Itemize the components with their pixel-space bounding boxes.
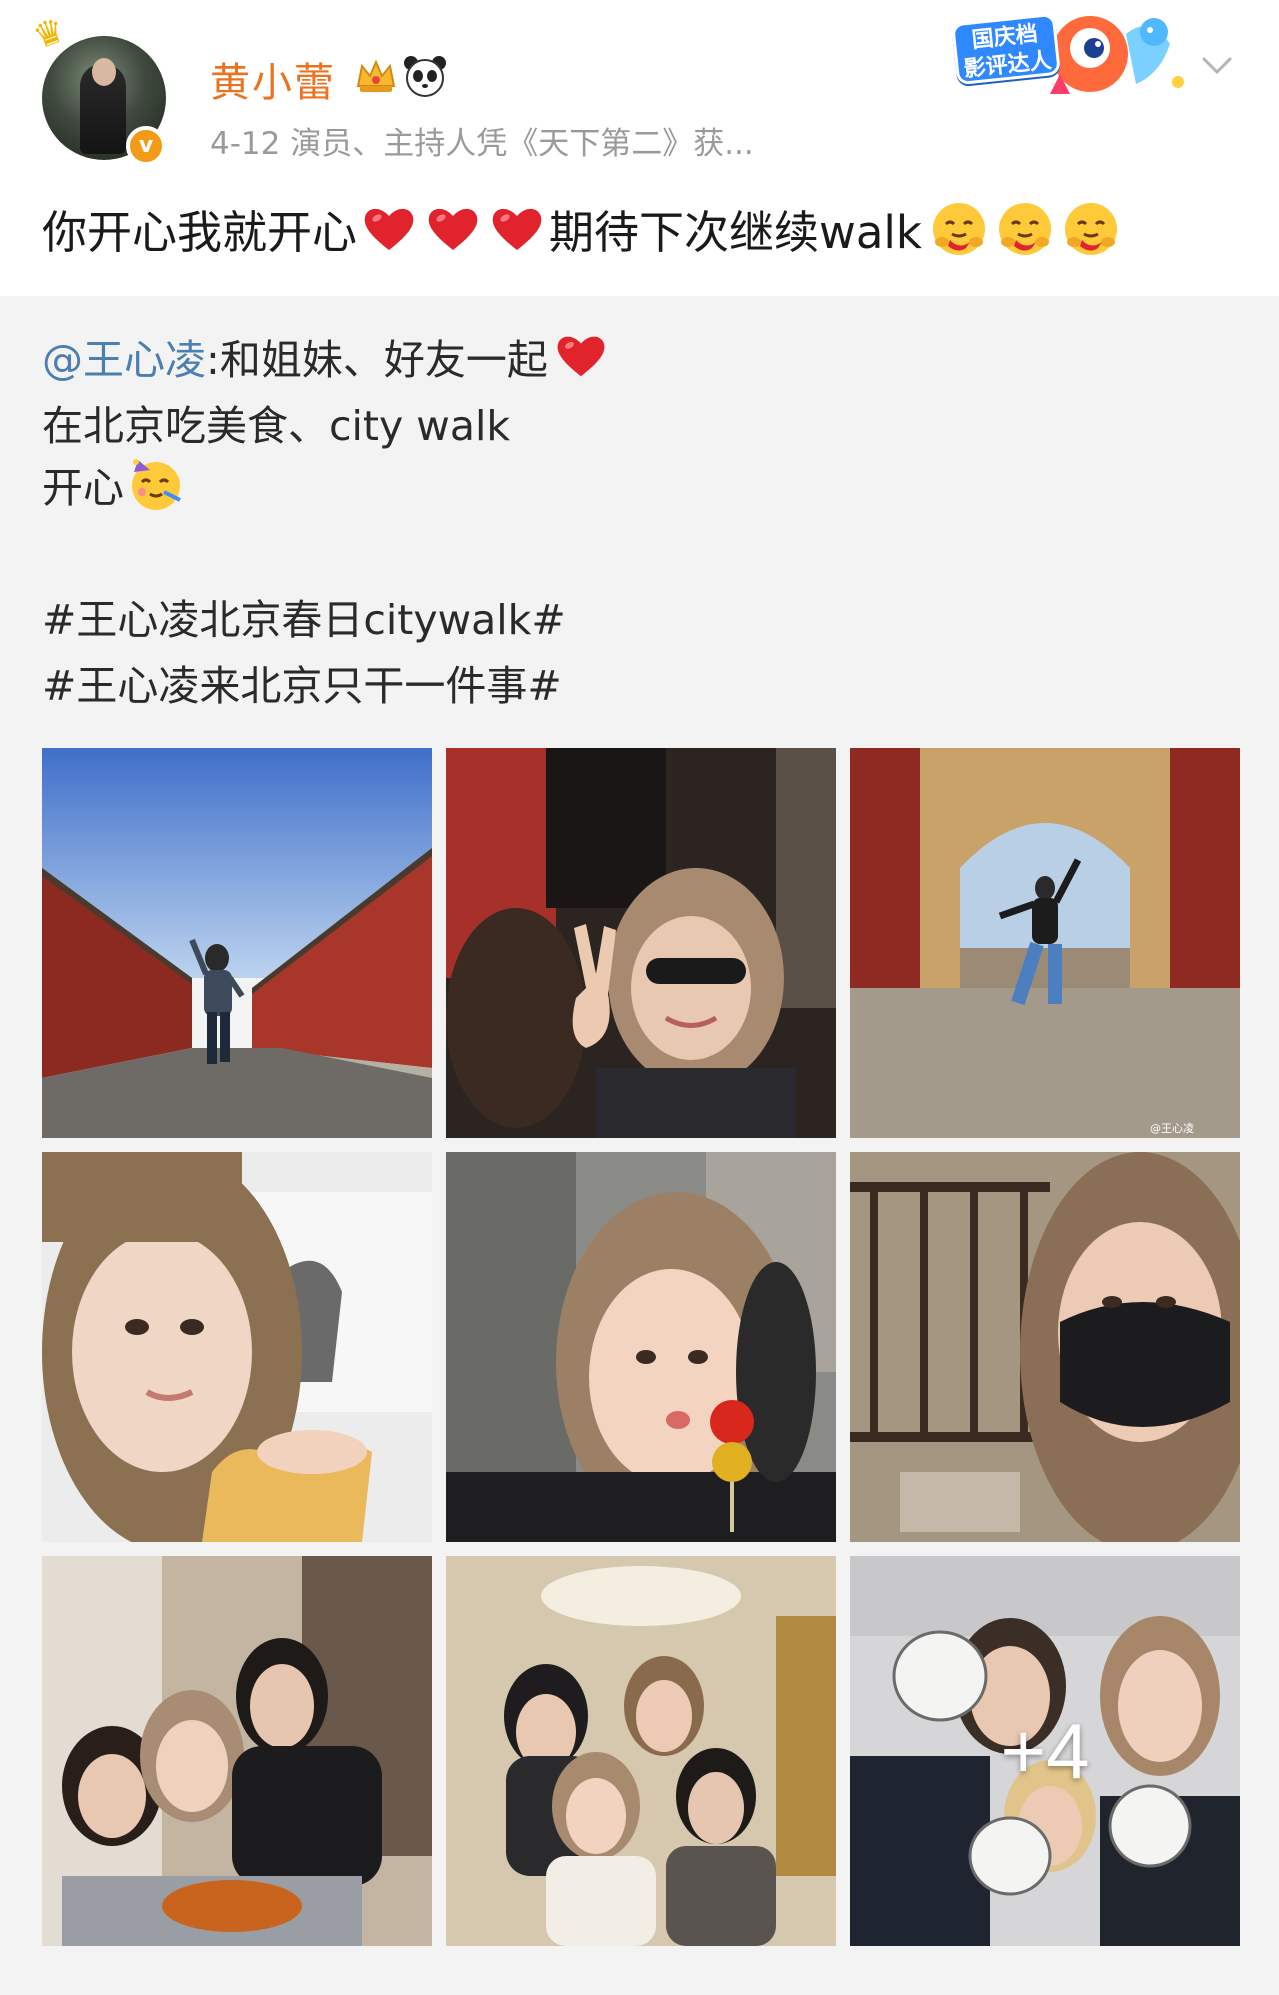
- photo-noodle-selfie[interactable]: [42, 1152, 432, 1542]
- more-photos-count[interactable]: +4: [850, 1556, 1240, 1946]
- heart-emoji: [557, 336, 605, 377]
- crown-icon: [356, 59, 396, 92]
- repost-line-2: 在北京吃美食、city walk: [42, 402, 511, 450]
- hug-face-emoji: [998, 202, 1051, 255]
- party-face-emoji: [132, 459, 181, 510]
- verified-icon: v: [126, 126, 166, 166]
- hug-face-emoji: [1064, 202, 1117, 255]
- hug-face-emoji: [932, 202, 985, 255]
- post-text-part1: 你开心我就开心: [42, 206, 358, 259]
- photo-candied-haws-selfie[interactable]: [446, 1152, 836, 1542]
- promo-badge-label: 国庆档 影评达人: [951, 12, 1061, 86]
- repost-line-3-text: 开心: [42, 464, 124, 512]
- photo-roast-duck-group[interactable]: [42, 1556, 432, 1946]
- heart-emoji: [492, 208, 542, 250]
- username[interactable]: 黄小蕾: [210, 50, 336, 108]
- chevron-down-icon[interactable]: [1200, 48, 1234, 82]
- photo-palace-wall-walk[interactable]: [42, 748, 432, 1138]
- photo-watermark: @王心凌: [1150, 1121, 1194, 1135]
- photo-peace-sign-selfie[interactable]: [446, 748, 836, 1138]
- repost-line-1-text: :和姐妹、好友一起: [206, 336, 548, 384]
- mention-link[interactable]: @王心凌: [42, 326, 206, 386]
- repost-line-3: 开心: [42, 454, 184, 514]
- promo-badge[interactable]: 国庆档 影评达人: [940, 4, 1192, 104]
- repost-line-1: @王心凌 :和姐妹、好友一起: [42, 326, 608, 386]
- post-meta: 4-12 演员、主持人凭《天下第二》获...: [210, 126, 754, 162]
- heart-emoji: [428, 208, 478, 250]
- post-text: 你开心我就开心 期待下次继续walk: [42, 196, 1120, 261]
- post-header: ♛ v 黄小蕾 4-12 演员、主持人凭《天下第二》获... 国庆档影评达人: [0, 0, 1279, 259]
- post-text-part2: 期待下次继续walk: [549, 206, 922, 259]
- photo-bowls-group[interactable]: +4: [850, 1556, 1240, 1946]
- photo-masked-selfie[interactable]: [850, 1152, 1240, 1542]
- hashtag-2[interactable]: #王心凌来北京只干一件事#: [42, 652, 562, 712]
- photo-restaurant-group[interactable]: [446, 1556, 836, 1946]
- panda-icon: [404, 56, 446, 97]
- photo-archway-jump[interactable]: @王心凌: [850, 748, 1240, 1138]
- hashtag-1[interactable]: #王心凌北京春日citywalk#: [42, 586, 566, 646]
- heart-emoji: [364, 208, 414, 250]
